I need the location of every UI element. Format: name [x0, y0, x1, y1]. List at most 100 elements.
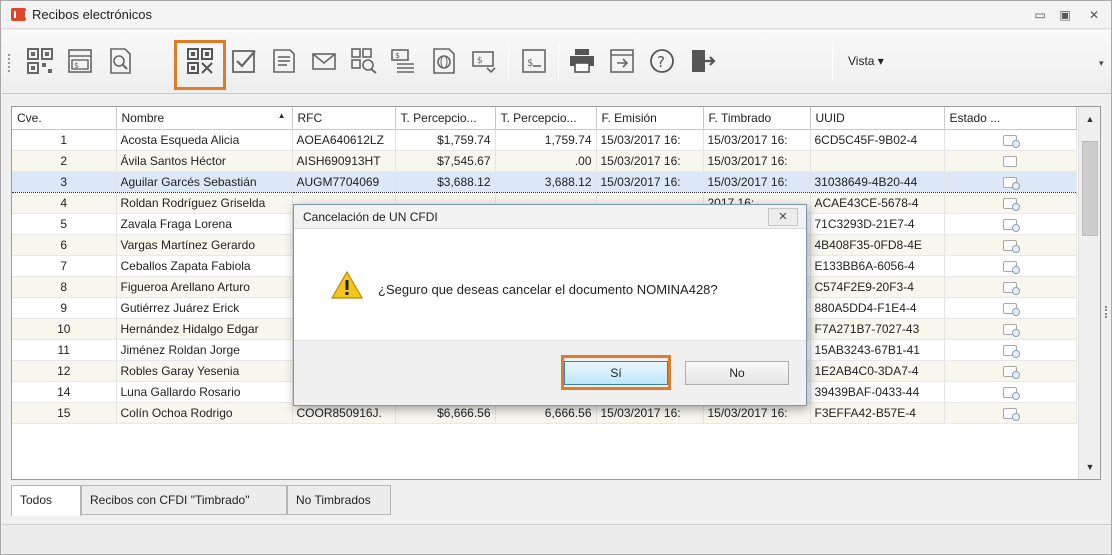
tab-recibos-timbrado[interactable]: Recibos con CFDI "Timbrado"	[81, 485, 287, 515]
money-card-button[interactable]: $	[516, 43, 552, 79]
stamped-document-icon	[1003, 323, 1020, 337]
column-header-t-percepciones-2[interactable]: T. Percepcio...	[495, 107, 597, 130]
cell-tp1: $1,759.74	[395, 129, 496, 151]
money-export-button[interactable]: $	[466, 43, 502, 79]
cell-emision: 15/03/2017 16:	[596, 150, 704, 172]
stamped-document-icon	[1003, 302, 1020, 316]
cell-tp2: 1,759.74	[495, 129, 597, 151]
dialog-message: ¿Seguro que deseas cancelar el documento…	[378, 282, 718, 297]
vertical-scrollbar[interactable]: ▲ ▼	[1078, 107, 1100, 479]
cell-uuid: 6CD5C45F-9B02-4	[810, 129, 945, 151]
cell-nombre: Robles Garay Yesenia	[116, 360, 293, 382]
cell-nombre: Ávila Santos Héctor	[116, 150, 293, 172]
app-window: Recibos electrónicos ▭ ▣ ✕ $ $ $ $ ? Vis…	[0, 0, 1112, 555]
stamped-document-icon	[1003, 176, 1020, 190]
vista-dropdown[interactable]: Vista ▾	[848, 54, 884, 68]
table-row[interactable]: 3 Aguilar Garcés Sebastián AUGM7704069 $3,6…	[12, 170, 1077, 193]
printer-icon	[570, 49, 594, 73]
cell-estado	[944, 213, 1077, 235]
check-button[interactable]	[226, 43, 262, 79]
toolbar-grip[interactable]	[8, 54, 11, 72]
cell-uuid	[810, 150, 945, 172]
qr-code-button[interactable]	[22, 43, 58, 79]
print-button[interactable]	[564, 43, 600, 79]
toolbar-overflow-icon[interactable]: ▾	[1099, 58, 1104, 69]
cell-estado	[944, 276, 1077, 298]
help-icon: ?	[650, 49, 674, 73]
scroll-down-icon[interactable]: ▼	[1079, 457, 1101, 477]
stamped-document-icon	[1003, 134, 1020, 148]
money-document-button[interactable]: $	[62, 43, 98, 79]
table-row[interactable]: 2 Ávila Santos Héctor AISH690913HT $7,545.6…	[12, 150, 1077, 172]
cell-uuid: 15AB3243-67B1-41	[810, 339, 945, 361]
stamped-document-icon	[1003, 218, 1020, 232]
cell-tp1: $3,688.12	[395, 170, 496, 193]
money-list-button[interactable]: $	[386, 43, 422, 79]
cell-uuid: 880A5DD4-F1E4-4	[810, 297, 945, 319]
cell-nombre: Figueroa Arellano Arturo	[116, 276, 293, 298]
status-bar	[2, 524, 1111, 554]
cell-uuid: 31038649-4B20-44	[810, 170, 945, 193]
money-card-icon: $	[522, 49, 546, 73]
column-header-f-timbrado[interactable]: F. Timbrado	[703, 107, 811, 130]
cell-estado	[944, 234, 1077, 256]
cell-uuid: 1E2AB4C0-3DA7-4	[810, 360, 945, 382]
cell-cve: 12	[12, 360, 117, 382]
dialog-body: ¿Seguro que deseas cancelar el documento…	[294, 230, 806, 340]
stamped-document-icon	[1003, 239, 1020, 253]
cell-nombre: Luna Gallardo Rosario	[116, 381, 293, 403]
close-button[interactable]: ✕	[1083, 6, 1105, 24]
qr-code-icon	[27, 48, 53, 74]
scrollbar-thumb[interactable]	[1082, 141, 1098, 236]
exit-button[interactable]	[684, 43, 720, 79]
cell-estado	[944, 318, 1077, 340]
cell-timbrado: 15/03/2017 16:	[703, 150, 811, 172]
list-document-button[interactable]	[266, 43, 302, 79]
stamped-document-icon	[1003, 365, 1020, 379]
column-header-t-percepciones-1[interactable]: T. Percepcio...	[395, 107, 496, 130]
cell-rfc: AISH690913HT	[292, 150, 396, 172]
column-header-estado[interactable]: Estado ...	[944, 107, 1077, 130]
stamped-document-icon	[1003, 344, 1020, 358]
column-header-rfc[interactable]: RFC	[292, 107, 396, 130]
column-header-f-emision[interactable]: F. Emisión	[596, 107, 704, 130]
table-row[interactable]: 1 Acosta Esqueda Alicia AOEA640612LZ $1,759…	[12, 129, 1077, 151]
help-button[interactable]: ?	[644, 43, 680, 79]
yes-button[interactable]: Sí	[564, 361, 668, 385]
splitter-grip[interactable]	[1105, 306, 1108, 318]
maximize-button[interactable]: ▣	[1054, 6, 1076, 24]
no-button[interactable]: No	[685, 361, 789, 385]
export-window-icon	[610, 49, 634, 73]
cancel-cfdi-button[interactable]	[182, 43, 218, 79]
cell-nombre: Jiménez Roldan Jorge	[116, 339, 293, 361]
cell-cve: 4	[12, 192, 117, 214]
cell-cve: 15	[12, 402, 117, 424]
toolbar-separator	[508, 44, 509, 80]
cell-uuid: 4B408F35-0FD8-4E	[810, 234, 945, 256]
cell-nombre: Colín Ochoa Rodrigo	[116, 402, 293, 424]
tab-no-timbrados[interactable]: No Timbrados	[287, 485, 391, 515]
globe-search-button[interactable]	[426, 43, 462, 79]
column-header-nombre[interactable]: Nombre ▲	[116, 107, 293, 130]
email-button[interactable]	[306, 43, 342, 79]
money-document-icon: $	[68, 49, 92, 73]
column-header-cve[interactable]: Cve.	[12, 107, 117, 130]
cell-tp2: 3,688.12	[495, 170, 597, 193]
cell-timbrado: 15/03/2017 16:	[703, 129, 811, 151]
svg-text:$: $	[74, 61, 79, 70]
dialog-title: Cancelación de UN CFDI	[303, 210, 438, 224]
cell-uuid: C574F2E9-20F3-4	[810, 276, 945, 298]
scroll-up-icon[interactable]: ▲	[1079, 109, 1101, 129]
export-window-button[interactable]	[604, 43, 640, 79]
search-qr-button[interactable]	[346, 43, 382, 79]
dialog-close-button[interactable]: ✕	[768, 208, 798, 226]
cell-emision: 15/03/2017 16:	[596, 129, 704, 151]
search-document-button[interactable]	[102, 43, 138, 79]
minimize-button[interactable]: ▭	[1029, 6, 1051, 24]
cell-uuid: E133BB6A-6056-4	[810, 255, 945, 277]
column-header-uuid[interactable]: UUID	[810, 107, 945, 130]
toolbar-separator	[558, 44, 559, 80]
sort-ascending-icon: ▲	[277, 110, 286, 120]
tab-todos[interactable]: Todos	[11, 485, 81, 516]
cell-nombre: Acosta Esqueda Alicia	[116, 129, 293, 151]
